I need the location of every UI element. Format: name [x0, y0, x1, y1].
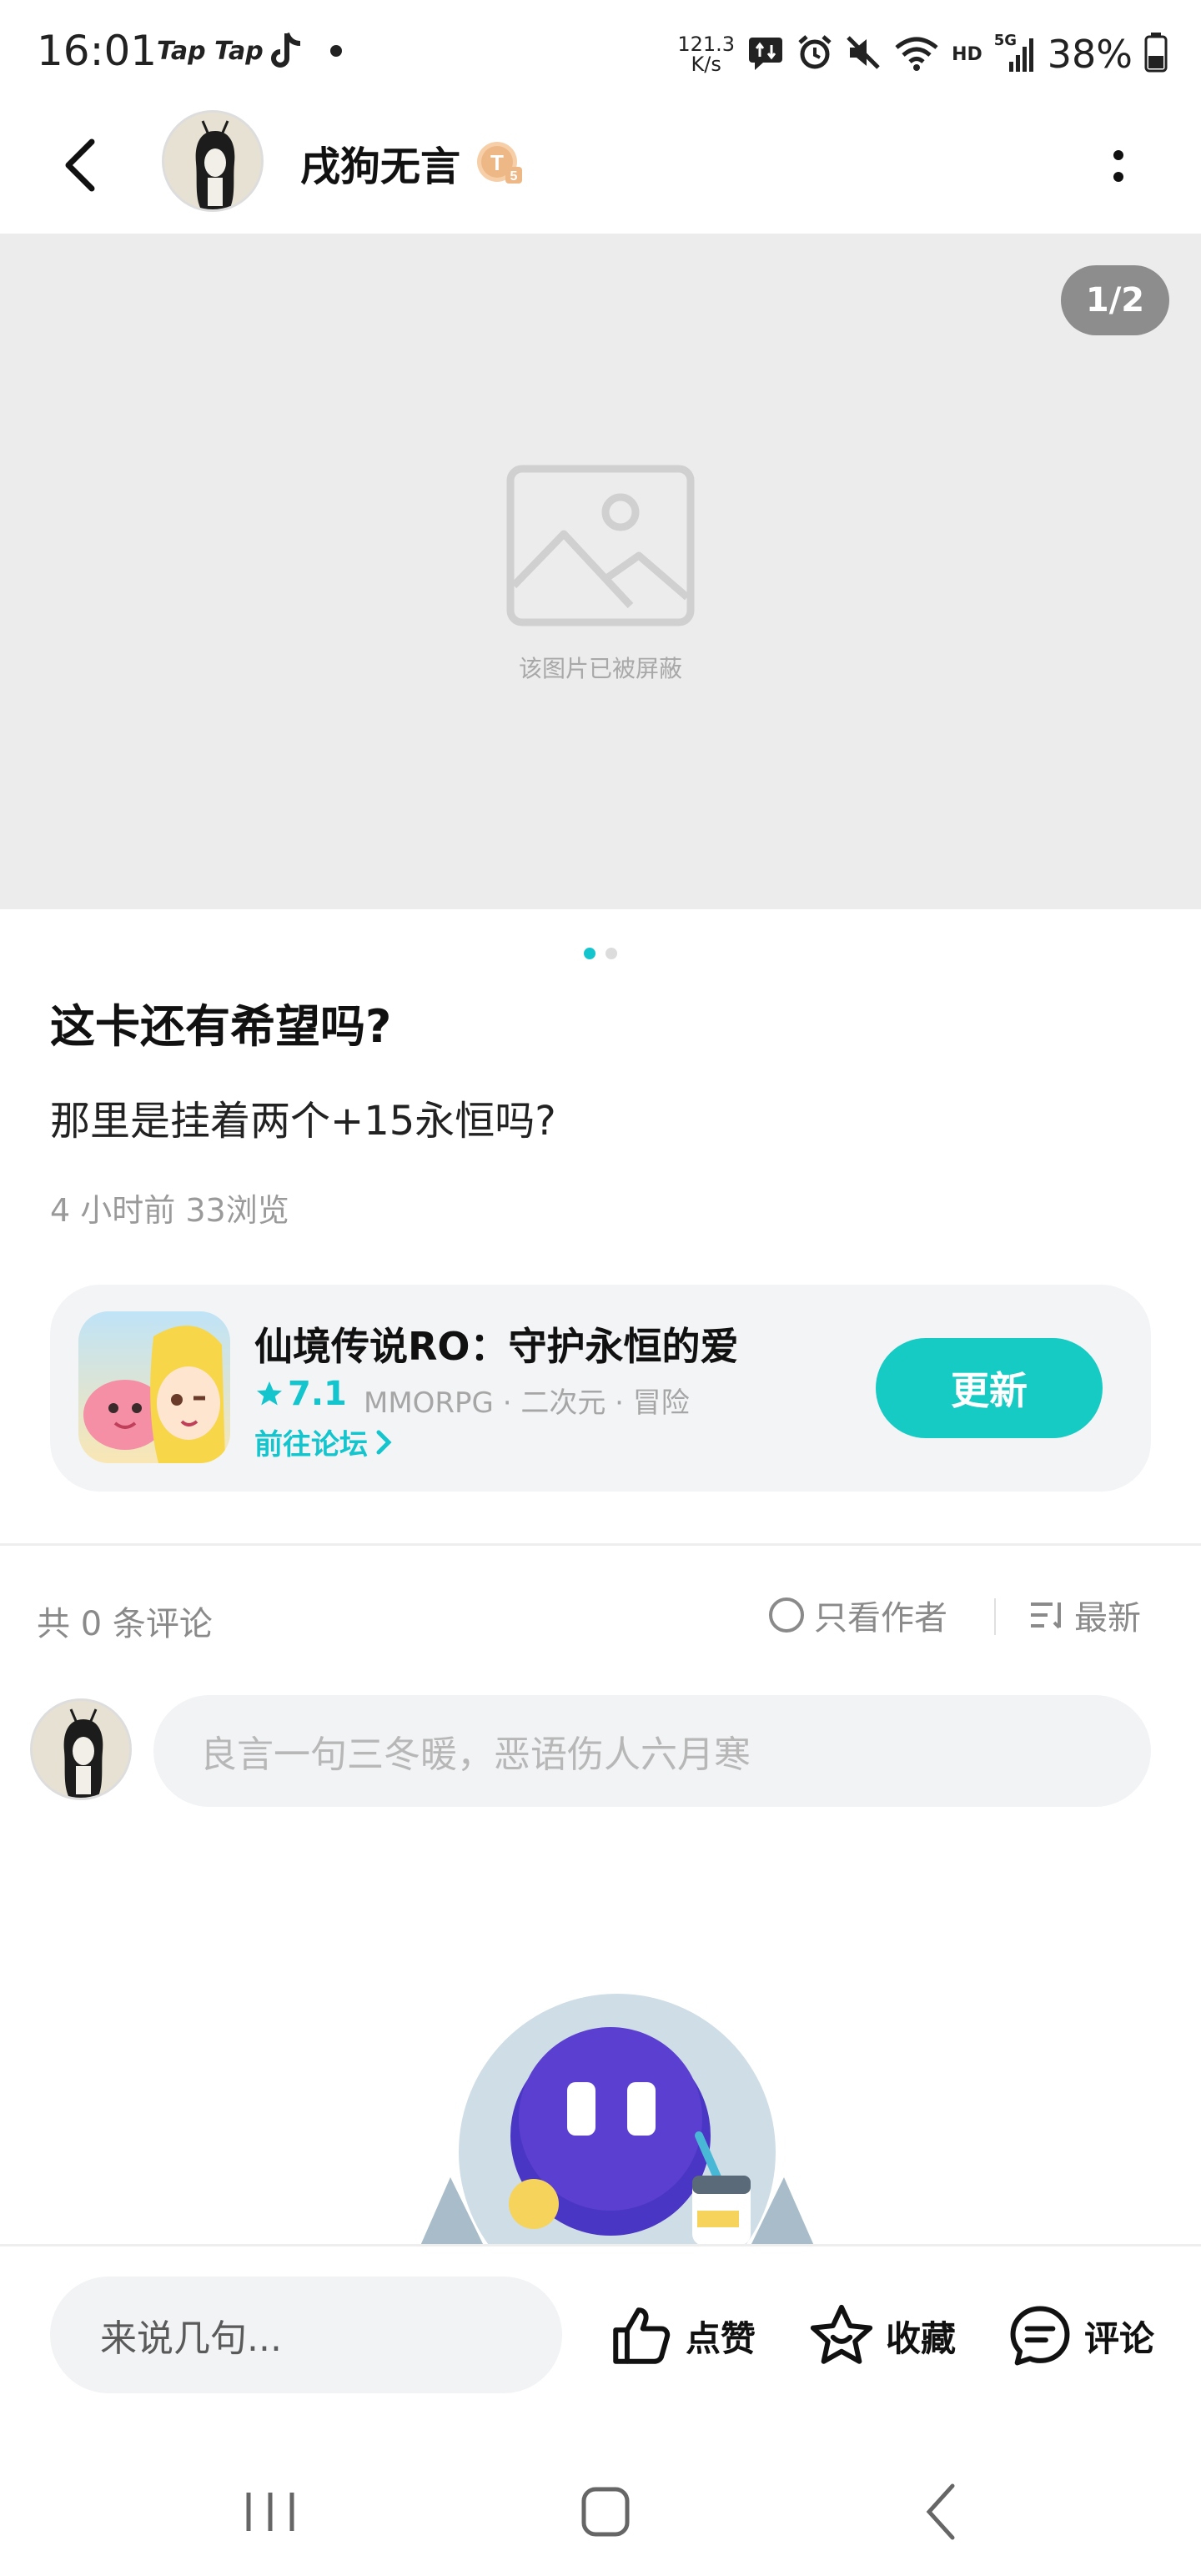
recent-apps-icon — [246, 2493, 294, 2531]
tiktok-icon — [269, 30, 305, 75]
alarm-icon — [796, 34, 833, 74]
author-name[interactable]: 戌狗无言 — [300, 133, 460, 192]
game-name[interactable]: 仙境传说RO：守护永恒的爱 — [254, 1316, 739, 1371]
home-button[interactable] — [564, 2474, 647, 2549]
comment-button[interactable]: 评论 — [1006, 2298, 1154, 2373]
system-back-button[interactable] — [901, 2474, 984, 2549]
carousel-indicator — [584, 948, 617, 959]
network-speed: 121.3 K/s — [677, 33, 736, 76]
back-button[interactable] — [50, 132, 117, 199]
game-forum-link[interactable]: 前往论坛 — [254, 1421, 393, 1462]
game-rating: 7.1 — [254, 1375, 347, 1413]
sort-icon — [1031, 1602, 1061, 1629]
author-avatar[interactable] — [162, 110, 264, 212]
radio-icon — [769, 1597, 804, 1633]
hd-label: HD — [952, 43, 982, 65]
post-image-carousel[interactable]: 1/2 该图片已被屏蔽 — [0, 234, 1201, 909]
status-indicators: 121.3 K/s HD 5G 38% — [677, 25, 1168, 83]
carousel-dot-active — [584, 948, 595, 959]
post-body: 那里是挂着两个+15永恒吗? — [50, 1098, 556, 1145]
blocked-image-icon — [506, 465, 695, 626]
star-icon — [257, 1381, 282, 1406]
home-icon — [581, 2487, 630, 2537]
more-vertical-icon — [1113, 150, 1123, 182]
post-meta: 4 小时前 33浏览 — [50, 1192, 289, 1229]
section-divider — [0, 1543, 1201, 1546]
svg-text:T: T — [490, 150, 504, 175]
favorite-button[interactable]: 收藏 — [807, 2298, 956, 2373]
level-badge-icon: T5 — [475, 140, 524, 185]
wifi-icon — [893, 34, 940, 74]
battery-icon — [1144, 33, 1168, 76]
quick-comment-input[interactable]: 来说几句... — [50, 2277, 562, 2393]
cellular-signal-icon: 5G — [994, 32, 1036, 75]
status-bar: 16:01 Tap Tap 121.3 K/s HD 5G 38% — [0, 0, 1201, 100]
recent-apps-button[interactable] — [229, 2474, 312, 2549]
post-title: 这卡还有希望吗? — [50, 1000, 392, 1053]
notification-dot-icon — [330, 45, 342, 57]
image-page-counter: 1/2 — [1061, 265, 1169, 335]
comment-bubble-icon — [1010, 2306, 1070, 2366]
sort-separator — [994, 1598, 996, 1635]
back-arrow-icon — [65, 138, 95, 192]
status-time: 16:01 — [37, 27, 158, 75]
chevron-right-icon — [376, 1430, 392, 1454]
bottom-action-bar: 来说几句... 点赞 收藏 评论 — [0, 2244, 1201, 2444]
comment-input[interactable]: 良言一句三冬暖，恶语伤人六月寒 — [153, 1695, 1151, 1807]
system-navigation-bar — [0, 2444, 1201, 2576]
author-only-toggle[interactable]: 只看作者 — [767, 1592, 947, 1638]
game-card[interactable]: 仙境传说RO：守护永恒的爱 7.1 MMORPG · 二次元 · 冒险 前往论坛… — [50, 1285, 1151, 1492]
blocked-image-text: 该图片已被屏蔽 — [518, 655, 682, 682]
message-sync-icon — [746, 33, 785, 75]
empty-comments-mascot — [417, 1985, 817, 2246]
battery-percent: 38% — [1047, 32, 1133, 77]
post-header: 戌狗无言 T5 — [0, 100, 1201, 234]
more-options-button[interactable] — [1098, 137, 1139, 195]
taptap-app-icon: Tap Tap — [157, 37, 264, 66]
star-outline-icon — [810, 2304, 873, 2364]
carousel-dot — [606, 948, 617, 959]
svg-text:5: 5 — [510, 169, 518, 184]
update-game-button[interactable]: 更新 — [876, 1338, 1103, 1438]
game-tags: MMORPG · 二次元 · 冒险 — [364, 1386, 690, 1420]
system-back-icon — [926, 2483, 955, 2540]
current-user-avatar — [30, 1698, 132, 1800]
mute-icon — [845, 34, 882, 74]
sort-button[interactable]: 最新 — [1028, 1592, 1141, 1638]
game-icon[interactable] — [78, 1311, 230, 1463]
comment-count: 共 0 条评论 — [37, 1605, 213, 1643]
thumbs-up-icon — [613, 2307, 671, 2364]
like-button[interactable]: 点赞 — [607, 2298, 756, 2373]
